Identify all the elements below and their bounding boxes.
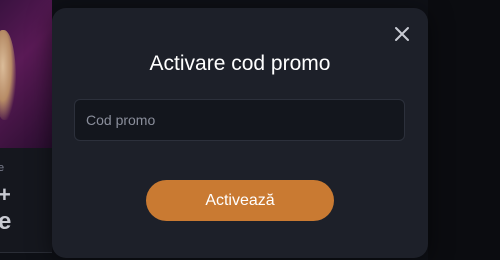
background-card-plus: + [0,182,11,207]
background-card-title: e [0,208,12,235]
promo-code-modal: Activare cod promo Activează [52,8,428,258]
background-right-area [428,0,500,260]
activate-button[interactable]: Activează [146,180,334,221]
promo-code-input[interactable] [75,100,404,140]
background-artwork [0,0,52,148]
background-card-label: e [0,162,5,174]
close-icon[interactable] [392,24,412,44]
background-character-image [0,30,16,120]
promo-code-field [74,99,405,141]
modal-title: Activare cod promo [149,52,331,75]
